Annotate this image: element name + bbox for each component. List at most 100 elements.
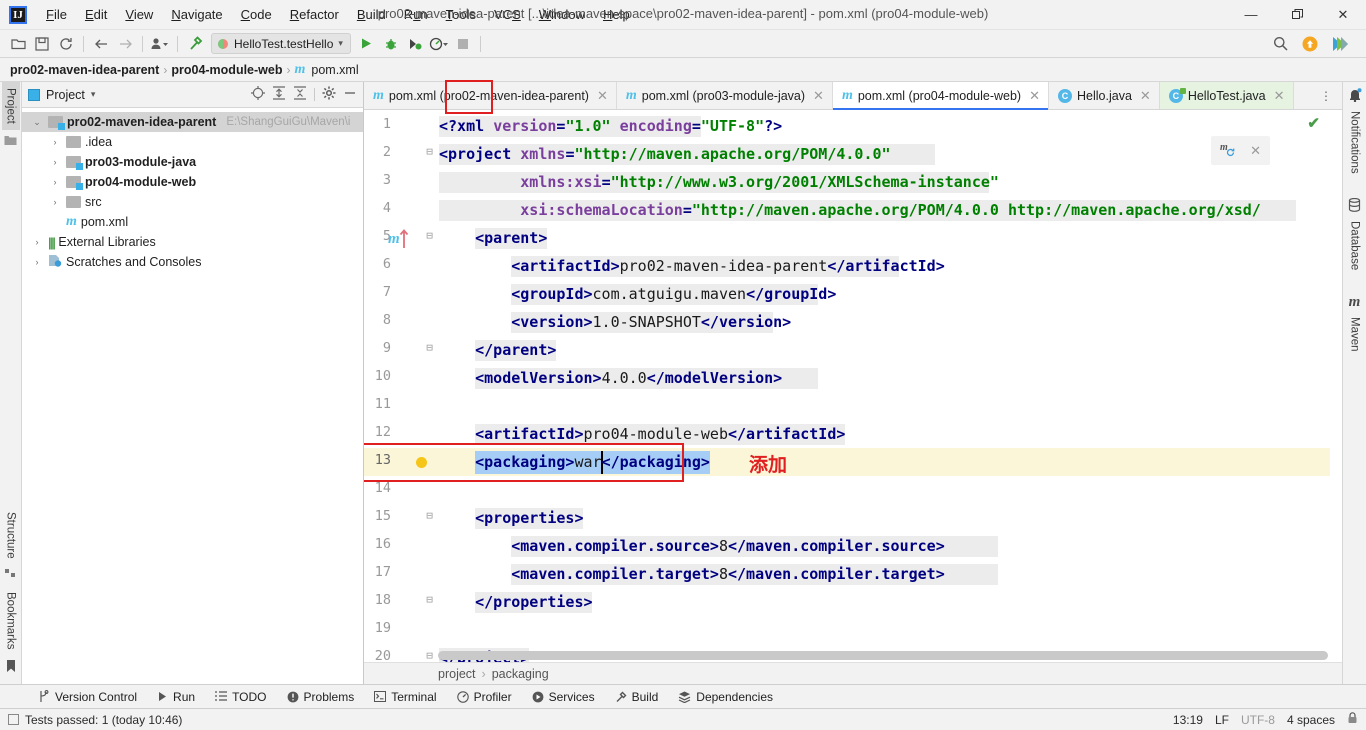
editor-vertical-scrollbar[interactable] <box>1330 110 1342 662</box>
tree-node-pro02-maven-idea-parent[interactable]: ⌄ pro02-maven-idea-parent E:\ShangGuiGu\Ma… <box>22 112 363 132</box>
code-fold-toggle[interactable]: ⊟ <box>424 509 435 522</box>
sidebar-item-structure[interactable]: Structure <box>2 506 20 565</box>
code-fold-toggle[interactable]: ⊟ <box>424 649 435 662</box>
tool-window-version-control[interactable]: Version Control <box>28 688 147 706</box>
editor-tab-3[interactable]: C Hello.java ✕ <box>1049 82 1160 109</box>
sync-icon[interactable] <box>54 33 78 55</box>
tool-window-build[interactable]: Build <box>605 688 669 706</box>
sidebar-item-database[interactable]: Database <box>1346 215 1364 276</box>
tool-window-run[interactable]: Run <box>147 688 205 706</box>
tool-window-problems[interactable]: Problems <box>277 688 365 706</box>
code-fold-toggle[interactable]: ⊟ <box>424 593 435 606</box>
code-editor[interactable]: 1 2 ⊟ 3 4 5 ⊟ 6 7 8 9 ⊟ 10 11 12 13 14 15 ⊟ 16 17 18 ⊟ 19 20 ⊟ m <… <box>364 110 1342 662</box>
menu-build[interactable]: Build <box>348 3 395 26</box>
maven-m-icon[interactable]: m <box>1349 294 1361 311</box>
file-encoding[interactable]: UTF-8 <box>1241 713 1275 727</box>
maximize-button[interactable] <box>1274 0 1320 30</box>
code-fold-toggle[interactable]: ⊟ <box>424 341 435 354</box>
chevron-right-icon[interactable]: › <box>30 257 44 267</box>
editor-tab-0[interactable]: m pom.xml (pro02-maven-idea-parent) ✕ <box>364 82 617 109</box>
close-button[interactable]: ✕ <box>1320 0 1366 30</box>
locate-icon[interactable] <box>251 86 265 103</box>
menu-run[interactable]: Run <box>395 3 437 26</box>
maven-parent-arrow-icon[interactable]: m <box>388 228 414 254</box>
menu-navigate[interactable]: Navigate <box>162 3 231 26</box>
close-icon[interactable]: ✕ <box>1250 143 1261 159</box>
tool-window-profiler[interactable]: Profiler <box>447 688 522 706</box>
chevron-right-icon[interactable]: › <box>48 137 62 147</box>
user-profile-icon[interactable] <box>148 33 172 55</box>
settings-gear-icon[interactable] <box>322 86 336 103</box>
chevron-down-icon[interactable]: ▾ <box>338 38 343 49</box>
tree-node-external-libraries[interactable]: › ||| External Libraries <box>22 232 363 252</box>
lock-icon[interactable] <box>1347 712 1358 727</box>
run-configuration-selector[interactable]: HelloTest.testHello ▾ <box>211 33 351 54</box>
profiler-icon[interactable] <box>427 33 451 55</box>
run-with-coverage-icon[interactable] <box>403 33 427 55</box>
indent-setting[interactable]: 4 spaces <box>1287 713 1335 727</box>
menu-edit[interactable]: Edit <box>76 3 116 26</box>
editor-breadcrumb-item-0[interactable]: project <box>438 667 476 681</box>
tree-node-pro04-module-web[interactable]: › pro04-module-web <box>22 172 363 192</box>
inspection-status-icon[interactable]: ✔ <box>1307 114 1320 132</box>
close-tab-icon[interactable]: ✕ <box>813 88 824 104</box>
debug-icon[interactable] <box>379 33 403 55</box>
tab-overflow-menu-icon[interactable]: ⋮ <box>1310 82 1342 109</box>
expand-all-icon[interactable] <box>272 86 286 103</box>
project-view-dropdown-icon[interactable]: ▾ <box>91 89 96 100</box>
close-tab-icon[interactable]: ✕ <box>1140 88 1151 104</box>
tree-node-scratches-and-consoles[interactable]: › Scratches and Consoles <box>22 252 363 272</box>
tool-window-dependencies[interactable]: Dependencies <box>668 688 783 706</box>
tool-window-terminal[interactable]: Terminal <box>364 688 446 706</box>
sidebar-item-notifications[interactable]: Notifications <box>1346 105 1364 180</box>
forward-arrow-icon[interactable] <box>113 33 137 55</box>
database-icon[interactable] <box>1348 197 1361 215</box>
ide-services-icon[interactable] <box>1328 33 1352 55</box>
menu-window[interactable]: Window <box>530 3 594 26</box>
breadcrumb-item-1[interactable]: pro04-module-web <box>171 63 282 77</box>
tree-node--idea[interactable]: › .idea <box>22 132 363 152</box>
code-content[interactable]: <?xml version="1.0" encoding="UTF-8"?> <p… <box>439 110 1342 662</box>
menu-view[interactable]: View <box>116 3 162 26</box>
stop-icon[interactable] <box>451 33 475 55</box>
tree-node-src[interactable]: › src <box>22 192 363 212</box>
line-separator[interactable]: LF <box>1215 713 1229 727</box>
chevron-right-icon[interactable]: › <box>48 177 62 187</box>
maven-reload-popup[interactable]: m ✕ <box>1211 136 1270 165</box>
intention-bulb-icon[interactable] <box>416 457 427 468</box>
menu-vcs[interactable]: VCS <box>485 3 530 26</box>
run-icon[interactable] <box>355 33 379 55</box>
menu-file[interactable]: File <box>37 3 76 26</box>
update-badge-icon[interactable] <box>1298 33 1322 55</box>
maven-reload-icon[interactable]: m <box>1220 141 1238 160</box>
menu-tools[interactable]: Tools <box>437 3 485 26</box>
code-fold-toggle[interactable]: ⊟ <box>424 229 435 242</box>
editor-tab-1[interactable]: m pom.xml (pro03-module-java) ✕ <box>616 82 833 109</box>
sidebar-item-bookmarks[interactable]: Bookmarks <box>2 586 20 656</box>
close-tab-icon[interactable]: ✕ <box>597 88 608 104</box>
tree-node-pom-xml[interactable]: m pom.xml <box>22 212 363 232</box>
menu-refactor[interactable]: Refactor <box>281 3 348 26</box>
chevron-right-icon[interactable]: › <box>48 197 62 207</box>
menu-code[interactable]: Code <box>232 3 281 26</box>
caret-position[interactable]: 13:19 <box>1173 713 1203 727</box>
hide-panel-icon[interactable] <box>343 86 357 103</box>
close-tab-icon[interactable]: ✕ <box>1029 88 1040 104</box>
breadcrumb-item-0[interactable]: pro02-maven-idea-parent <box>10 63 159 77</box>
editor-tab-2[interactable]: m pom.xml (pro04-module-web) ✕ <box>832 82 1050 110</box>
bell-icon[interactable] <box>1348 88 1362 105</box>
editor-gutter[interactable]: 1 2 ⊟ 3 4 5 ⊟ 6 7 8 9 ⊟ 10 11 12 13 14 15 ⊟ 16 17 18 ⊟ 19 20 ⊟ m <box>364 110 439 662</box>
collapse-all-icon[interactable] <box>293 86 307 103</box>
minimize-button[interactable]: — <box>1228 0 1274 30</box>
open-folder-icon[interactable] <box>6 33 30 55</box>
status-message[interactable]: Tests passed: 1 (today 10:46) <box>25 713 182 727</box>
sidebar-item-project[interactable]: Project <box>1 82 20 130</box>
search-icon[interactable] <box>1268 33 1292 55</box>
editor-horizontal-scrollbar[interactable] <box>438 651 1328 660</box>
close-tab-icon[interactable]: ✕ <box>1274 88 1285 104</box>
editor-tab-4[interactable]: C HelloTest.java ✕ <box>1159 82 1294 109</box>
save-icon[interactable] <box>30 33 54 55</box>
hammer-icon[interactable] <box>183 33 207 55</box>
back-arrow-icon[interactable] <box>89 33 113 55</box>
chevron-down-icon[interactable]: ⌄ <box>30 117 44 128</box>
